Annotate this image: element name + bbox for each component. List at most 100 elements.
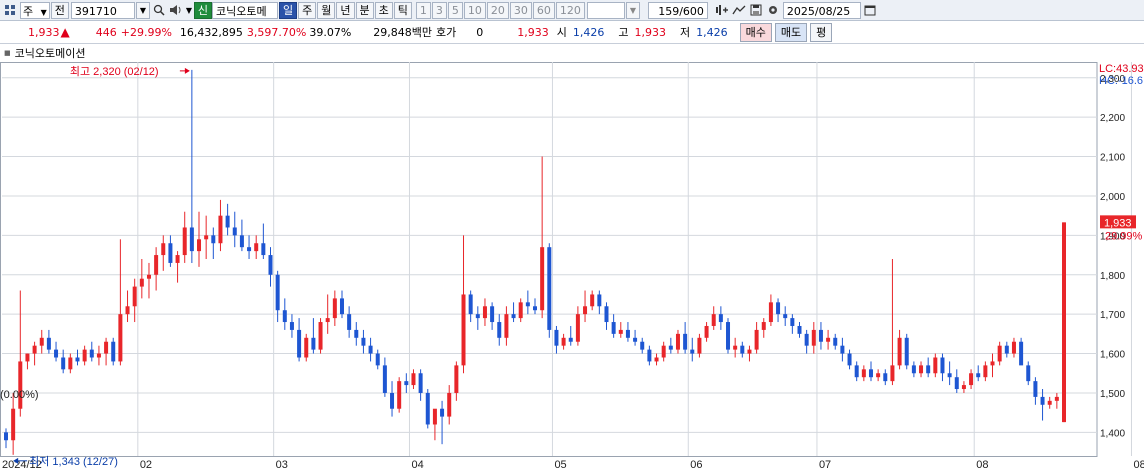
candle-body bbox=[368, 345, 373, 354]
candle bbox=[468, 290, 473, 323]
candle bbox=[297, 318, 302, 362]
candle bbox=[976, 365, 981, 382]
market-select[interactable]: 주 ▼ bbox=[20, 1, 50, 19]
candle bbox=[668, 337, 673, 354]
candle-body bbox=[904, 337, 909, 366]
candle-body bbox=[189, 227, 194, 252]
candle bbox=[104, 337, 109, 366]
candle bbox=[540, 156, 545, 319]
candle bbox=[661, 341, 666, 362]
interval-60-button[interactable]: 60 bbox=[532, 1, 555, 19]
date-value: 2025/08/25 bbox=[786, 4, 851, 18]
sell-button[interactable]: 매도 bbox=[774, 22, 808, 42]
candle-body bbox=[697, 337, 702, 354]
save-icon[interactable] bbox=[748, 2, 764, 19]
candle bbox=[332, 290, 337, 326]
candle-body bbox=[211, 235, 216, 244]
candle bbox=[547, 243, 552, 338]
candle bbox=[761, 318, 766, 338]
stock-code-input[interactable]: 391710 bbox=[70, 1, 135, 19]
period-minute-button[interactable]: 분 bbox=[355, 1, 374, 19]
candle-body bbox=[1019, 341, 1024, 366]
data-count-field[interactable]: 159/600 bbox=[647, 1, 708, 19]
interval-3-button[interactable]: 3 bbox=[431, 1, 447, 19]
zoom-in-icon[interactable] bbox=[714, 2, 730, 19]
trend-line-icon[interactable] bbox=[731, 2, 747, 19]
stock-code-value: 391710 bbox=[74, 4, 117, 18]
custom-interval-input[interactable] bbox=[586, 1, 625, 19]
date-input[interactable]: 2025/08/25 bbox=[782, 1, 861, 19]
x-tick-label: 05 bbox=[554, 459, 566, 471]
candle bbox=[497, 314, 502, 346]
gear-icon[interactable] bbox=[765, 2, 781, 19]
candle-body bbox=[661, 345, 666, 358]
current-price-label: 1,933 bbox=[1104, 217, 1132, 229]
candle-body bbox=[597, 294, 602, 307]
candle bbox=[861, 365, 866, 382]
period-year-button[interactable]: 년 bbox=[336, 1, 355, 19]
evaluate-button[interactable]: 평 bbox=[810, 22, 833, 42]
grid-menu-icon[interactable] bbox=[2, 2, 18, 19]
candle-body bbox=[339, 298, 344, 315]
candle bbox=[289, 314, 294, 338]
legend-stock-name[interactable]: 코닉오토메이션 bbox=[15, 45, 86, 61]
candle-body bbox=[390, 392, 395, 409]
candle bbox=[125, 290, 130, 323]
candle bbox=[733, 337, 738, 358]
period-week-button[interactable]: 주 bbox=[298, 1, 317, 19]
chevron-down-icon[interactable]: ▼ bbox=[41, 8, 47, 17]
candle-body bbox=[382, 365, 387, 393]
candle bbox=[804, 329, 809, 354]
interval-1-button[interactable]: 1 bbox=[415, 1, 431, 19]
candle bbox=[740, 341, 745, 358]
interval-120-button[interactable]: 120 bbox=[555, 1, 585, 19]
x-tick-label: 08/25 bbox=[1133, 459, 1144, 471]
candle-body bbox=[440, 408, 445, 417]
quote-bar: 1,933 ▲ 446 +29.99% 16,432,895 3,597.70%… bbox=[0, 21, 1144, 44]
candle bbox=[911, 361, 916, 378]
chevron-down-icon[interactable]: ▼ bbox=[185, 2, 193, 19]
calendar-icon[interactable] bbox=[862, 2, 878, 19]
new-badge: 신 bbox=[193, 1, 213, 19]
candlestick-chart[interactable]: 2024/120203040506070808/25 1,4001,5001,6… bbox=[0, 62, 1144, 474]
candle-body bbox=[568, 337, 573, 342]
candle-body bbox=[561, 337, 566, 346]
hc-label: HC:-16.6 bbox=[1099, 75, 1143, 87]
interval-5-button[interactable]: 5 bbox=[447, 1, 463, 19]
candle bbox=[146, 262, 151, 299]
period-month-button[interactable]: 월 bbox=[317, 1, 336, 19]
candle bbox=[139, 259, 144, 299]
speaker-icon[interactable] bbox=[168, 2, 184, 19]
turnover-rate: 39.07% bbox=[309, 25, 352, 39]
interval-dropdown[interactable]: ▼ bbox=[625, 1, 640, 19]
candle-body bbox=[1033, 381, 1038, 397]
candle bbox=[783, 306, 788, 326]
candle bbox=[511, 302, 516, 323]
candle bbox=[425, 389, 430, 429]
candle-body bbox=[618, 329, 623, 334]
candle-body bbox=[425, 392, 430, 425]
candle-body bbox=[239, 235, 244, 248]
candle-body bbox=[325, 318, 330, 323]
search-icon[interactable] bbox=[151, 2, 167, 19]
period-tick-button[interactable]: 틱 bbox=[393, 1, 412, 19]
candle-body bbox=[511, 314, 516, 319]
period-second-button[interactable]: 초 bbox=[374, 1, 393, 19]
interval-20-button[interactable]: 20 bbox=[486, 1, 509, 19]
interval-30-button[interactable]: 30 bbox=[509, 1, 532, 19]
candle bbox=[411, 369, 416, 390]
period-day-button[interactable]: 일 bbox=[279, 1, 298, 19]
max-arrow-icon bbox=[184, 67, 190, 74]
candle bbox=[282, 298, 287, 330]
candle bbox=[354, 322, 359, 346]
candle-body bbox=[969, 373, 974, 386]
candle-body bbox=[911, 365, 916, 374]
candle-body bbox=[125, 306, 130, 315]
candle-body bbox=[397, 381, 402, 409]
all-button[interactable]: 전 bbox=[50, 1, 69, 19]
candle-body bbox=[947, 373, 952, 378]
interval-10-button[interactable]: 10 bbox=[463, 1, 486, 19]
code-dropdown[interactable]: ▼ bbox=[135, 1, 150, 19]
candle-body bbox=[175, 255, 180, 263]
buy-button[interactable]: 매수 bbox=[739, 22, 772, 42]
